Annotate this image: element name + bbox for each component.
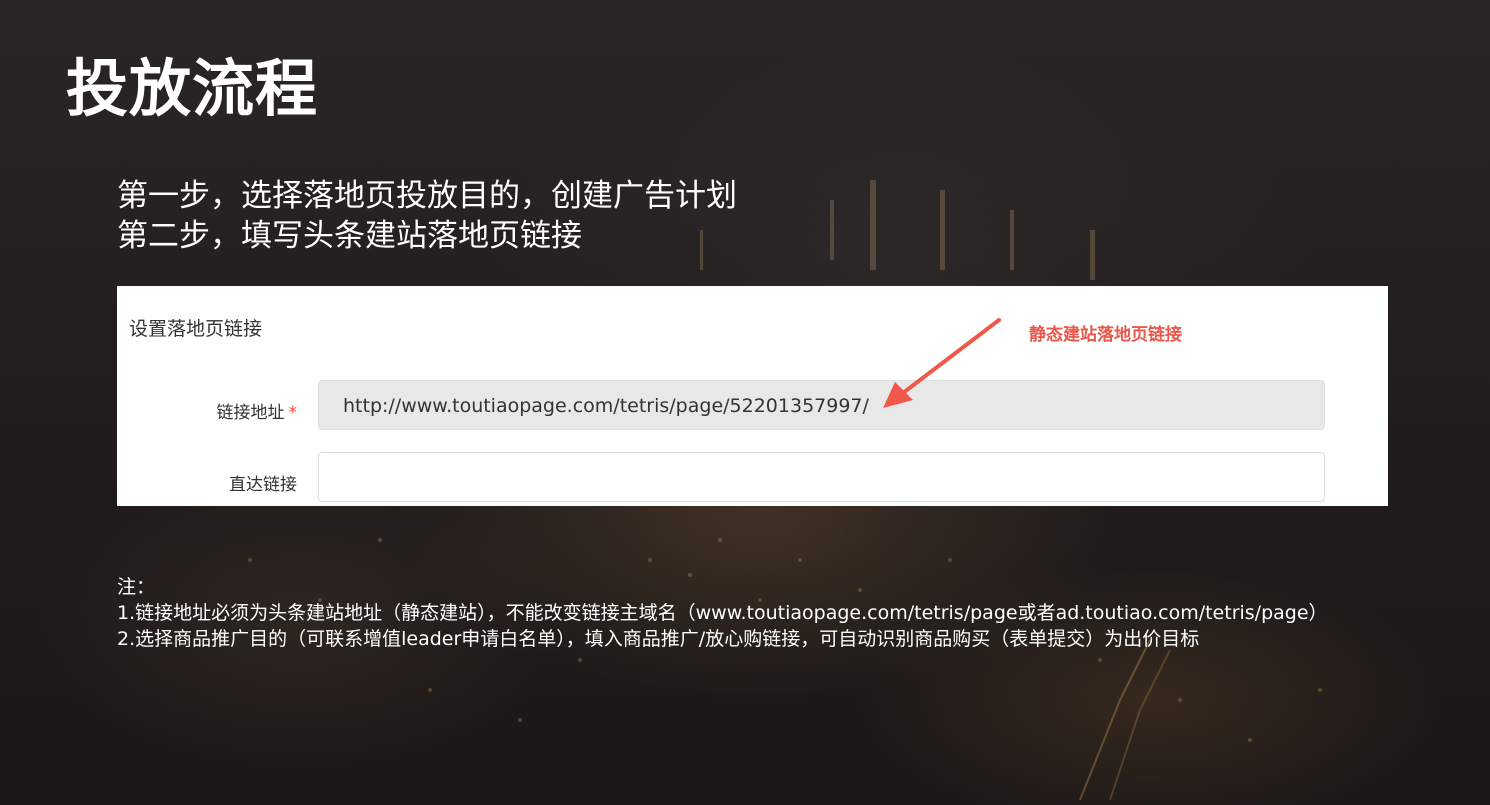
annotation-arrow-icon [883,318,1001,408]
annotation-label: 静态建站落地页链接 [1029,325,1182,345]
note-2: 2.选择商品推广目的（可联系增值leader申请白名单），填入商品推广/放心购链… [117,628,1200,650]
notes-heading: 注： [117,576,156,598]
notes: 注： 1.链接地址必须为头条建站地址（静态建站），不能改变链接主域名（www.t… [117,574,1328,652]
step-1: 第一步，选择落地页投放目的，创建广告计划 [117,178,737,214]
direct-link-label: 直达链接 [229,475,297,495]
landing-page-link-panel: 设置落地页链接 链接地址 * http://www.toutiaopage.com… [117,286,1388,506]
slide-title: 投放流程 [66,52,319,125]
steps-list: 第一步，选择落地页投放目的，创建广告计划 第二步，填写头条建站落地页链接 [117,176,737,256]
link-address-label: 链接地址 * [117,398,298,423]
link-address-field[interactable]: http://www.toutiaopage.com/tetris/page/5… [318,380,1325,430]
link-address-label-text: 链接地址 [216,403,285,423]
step-2: 第二步，填写头条建站落地页链接 [117,218,582,254]
direct-link-input[interactable] [318,452,1325,502]
note-1: 1.链接地址必须为头条建站地址（静态建站），不能改变链接主域名（www.tout… [117,602,1328,624]
required-mark: * [288,403,298,423]
panel-title: 设置落地页链接 [129,318,263,340]
